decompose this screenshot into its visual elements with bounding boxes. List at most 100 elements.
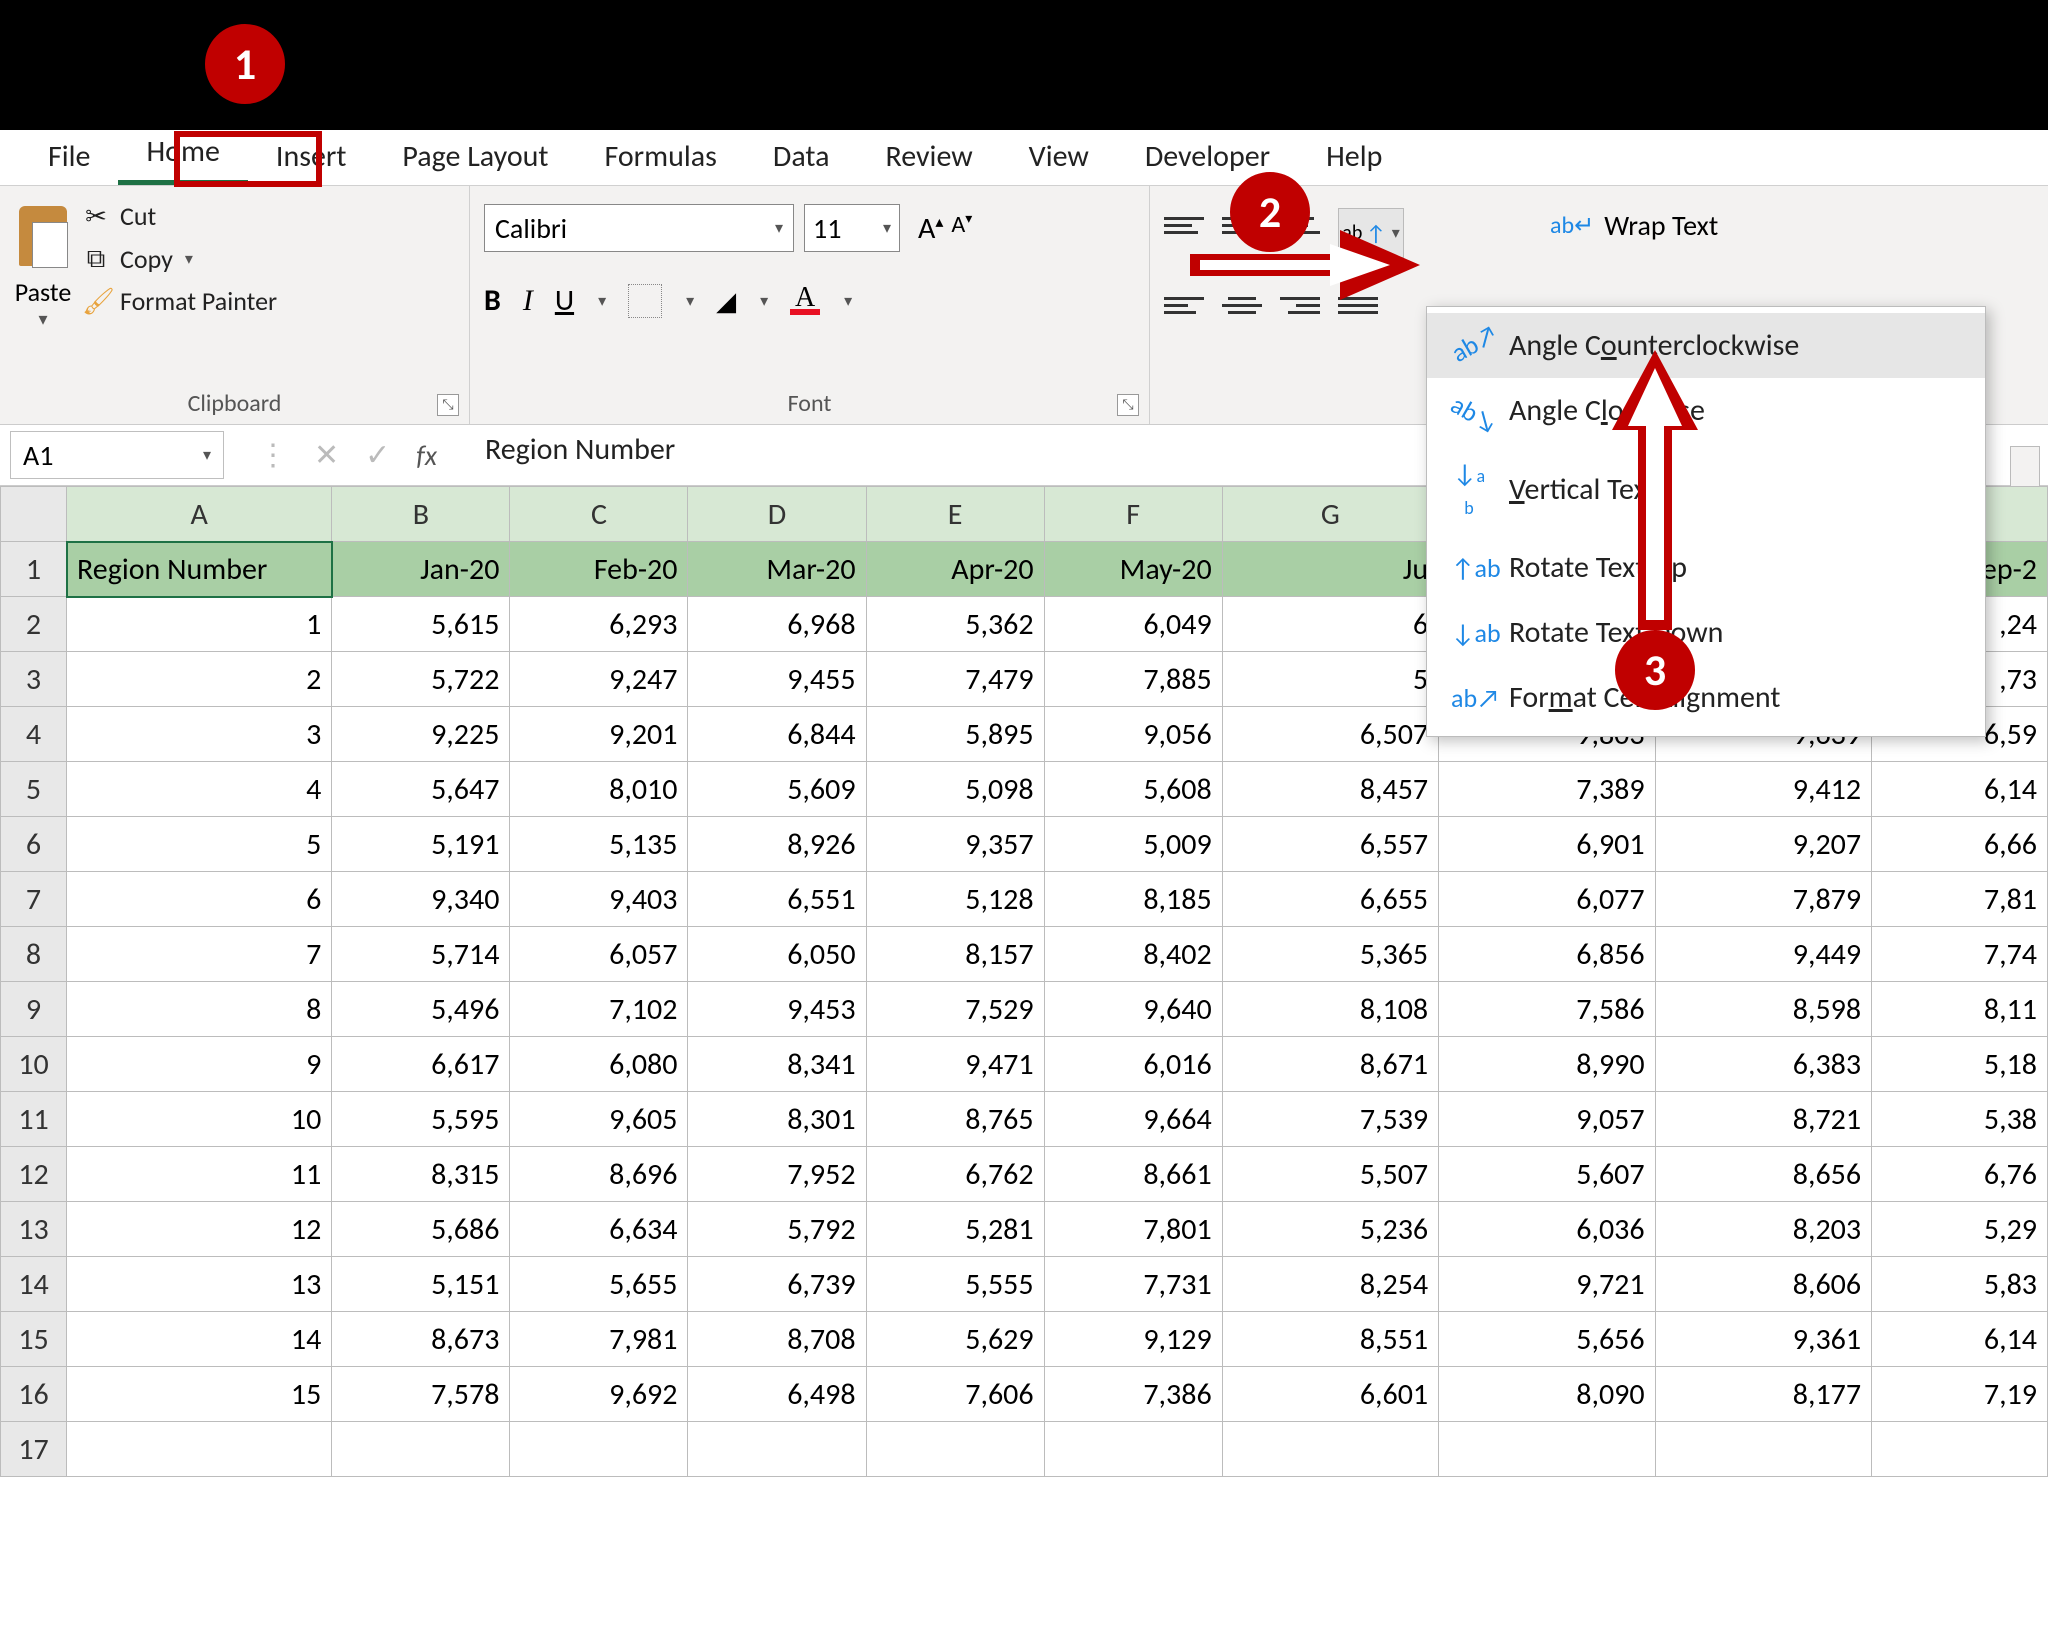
data-cell[interactable]: 7,981 (510, 1312, 688, 1367)
data-cell[interactable]: 6,76 (1872, 1147, 2048, 1202)
data-cell[interactable]: 6,844 (688, 707, 866, 762)
column-header[interactable]: G (1222, 487, 1438, 542)
font-size-select[interactable]: 11▾ (804, 204, 900, 252)
data-cell[interactable]: 8,696 (510, 1147, 688, 1202)
data-cell[interactable]: 5,609 (688, 762, 866, 817)
data-cell[interactable]: 5,656 (1439, 1312, 1655, 1367)
data-cell[interactable]: 6,739 (688, 1257, 866, 1312)
data-cell[interactable]: 5,236 (1222, 1202, 1438, 1257)
row-header[interactable]: 15 (1, 1312, 67, 1367)
row-header[interactable]: 12 (1, 1147, 67, 1202)
data-cell[interactable]: 9,225 (332, 707, 510, 762)
dialog-launcher-clipboard[interactable]: ⤡ (437, 394, 459, 416)
row-header[interactable]: 9 (1, 982, 67, 1037)
data-cell[interactable]: 13 (67, 1257, 332, 1312)
data-cell[interactable]: 5,895 (866, 707, 1044, 762)
chevron-down-icon[interactable]: ▾ (185, 249, 193, 269)
data-cell[interactable]: 14 (67, 1312, 332, 1367)
data-cell[interactable]: 9,057 (1439, 1092, 1655, 1147)
data-cell[interactable]: 5,595 (332, 1092, 510, 1147)
data-cell[interactable]: 5,608 (1044, 762, 1222, 817)
tab-data[interactable]: Data (745, 128, 858, 185)
row-header[interactable]: 1 (1, 542, 67, 597)
data-cell[interactable]: 8,341 (688, 1037, 866, 1092)
data-cell[interactable]: 5,629 (866, 1312, 1044, 1367)
header-cell[interactable]: Feb-20 (510, 542, 688, 597)
data-cell[interactable]: 11 (67, 1147, 332, 1202)
row-header[interactable]: 16 (1, 1367, 67, 1422)
row-header[interactable]: 3 (1, 652, 67, 707)
header-cell[interactable]: Region Number (67, 542, 332, 597)
cut-button[interactable]: ✂Cut (82, 200, 277, 232)
menu-format-cell-alignment[interactable]: ab↗ Format Cell Alignment (1427, 665, 1985, 730)
data-cell[interactable]: 9,357 (866, 817, 1044, 872)
data-cell[interactable]: 9,692 (510, 1367, 688, 1422)
data-cell[interactable]: 5,18 (1872, 1037, 2048, 1092)
data-cell[interactable]: 5,151 (332, 1257, 510, 1312)
chevron-down-icon[interactable]: ▾ (38, 308, 47, 330)
data-cell[interactable]: 8,457 (1222, 762, 1438, 817)
data-cell[interactable] (1044, 1422, 1222, 1477)
data-cell[interactable]: 5,615 (332, 597, 510, 652)
row-header[interactable]: 11 (1, 1092, 67, 1147)
column-header[interactable]: A (67, 487, 332, 542)
data-cell[interactable]: 7,19 (1872, 1367, 2048, 1422)
data-cell[interactable]: 5,714 (332, 927, 510, 982)
data-cell[interactable]: 6,551 (688, 872, 866, 927)
data-cell[interactable]: 9,455 (688, 652, 866, 707)
data-cell[interactable]: 7,479 (866, 652, 1044, 707)
data-cell[interactable] (1222, 1422, 1438, 1477)
data-cell[interactable]: 7,578 (332, 1367, 510, 1422)
data-cell[interactable]: 9,129 (1044, 1312, 1222, 1367)
data-cell[interactable]: 5,507 (1222, 1147, 1438, 1202)
data-cell[interactable]: 9,605 (510, 1092, 688, 1147)
data-cell[interactable]: 8,671 (1222, 1037, 1438, 1092)
data-cell[interactable] (510, 1422, 688, 1477)
data-cell[interactable]: 6,498 (688, 1367, 866, 1422)
data-cell[interactable]: 6,968 (688, 597, 866, 652)
menu-rotate-text-up[interactable]: ↑ab Rotate Text Up (1427, 535, 1985, 600)
header-cell[interactable]: Mar-20 (688, 542, 866, 597)
header-cell[interactable]: Ju (1222, 542, 1438, 597)
data-cell[interactable]: 10 (67, 1092, 332, 1147)
fill-color-button[interactable]: ◢ (716, 285, 736, 317)
data-cell[interactable]: 8,990 (1439, 1037, 1655, 1092)
data-cell[interactable]: 7,731 (1044, 1257, 1222, 1312)
data-cell[interactable]: 8,606 (1655, 1257, 1871, 1312)
column-header[interactable]: F (1044, 487, 1222, 542)
data-cell[interactable]: 7,801 (1044, 1202, 1222, 1257)
font-color-button[interactable]: A (790, 287, 820, 315)
chevron-down-icon[interactable]: ▾ (883, 218, 891, 238)
font-name-select[interactable]: Calibri▾ (484, 204, 794, 252)
data-cell[interactable]: 8 (67, 982, 332, 1037)
header-cell[interactable]: Apr-20 (866, 542, 1044, 597)
data-cell[interactable]: 9,449 (1655, 927, 1871, 982)
data-cell[interactable]: 7,879 (1655, 872, 1871, 927)
data-cell[interactable]: 12 (67, 1202, 332, 1257)
data-cell[interactable]: 9,453 (688, 982, 866, 1037)
data-cell[interactable]: 7 (67, 927, 332, 982)
data-cell[interactable]: 7,81 (1872, 872, 2048, 927)
data-cell[interactable]: 6,057 (510, 927, 688, 982)
tab-insert[interactable]: Insert (248, 128, 375, 185)
name-box[interactable]: A1▾ (10, 431, 224, 479)
data-cell[interactable]: 8,090 (1439, 1367, 1655, 1422)
tab-review[interactable]: Review (857, 128, 1000, 185)
data-cell[interactable]: 5,722 (332, 652, 510, 707)
data-cell[interactable]: 5,496 (332, 982, 510, 1037)
data-cell[interactable]: 5,29 (1872, 1202, 2048, 1257)
chevron-down-icon[interactable]: ▾ (760, 291, 768, 311)
tab-page-layout[interactable]: Page Layout (374, 128, 576, 185)
copy-button[interactable]: ⧉Copy▾ (82, 242, 277, 275)
data-cell[interactable]: 6,617 (332, 1037, 510, 1092)
data-cell[interactable]: 6,601 (1222, 1367, 1438, 1422)
increase-font-button[interactable]: A▴ (918, 210, 943, 247)
menu-angle-counterclockwise[interactable]: ab↗ Angle Counterclockwise (1427, 313, 1985, 378)
dialog-launcher-font[interactable]: ⤡ (1117, 394, 1139, 416)
data-cell[interactable]: 8,708 (688, 1312, 866, 1367)
header-cell[interactable]: Jan-20 (332, 542, 510, 597)
chevron-down-icon[interactable]: ▾ (844, 291, 852, 311)
row-header[interactable]: 5 (1, 762, 67, 817)
data-cell[interactable]: 8,656 (1655, 1147, 1871, 1202)
data-cell[interactable]: 8,254 (1222, 1257, 1438, 1312)
